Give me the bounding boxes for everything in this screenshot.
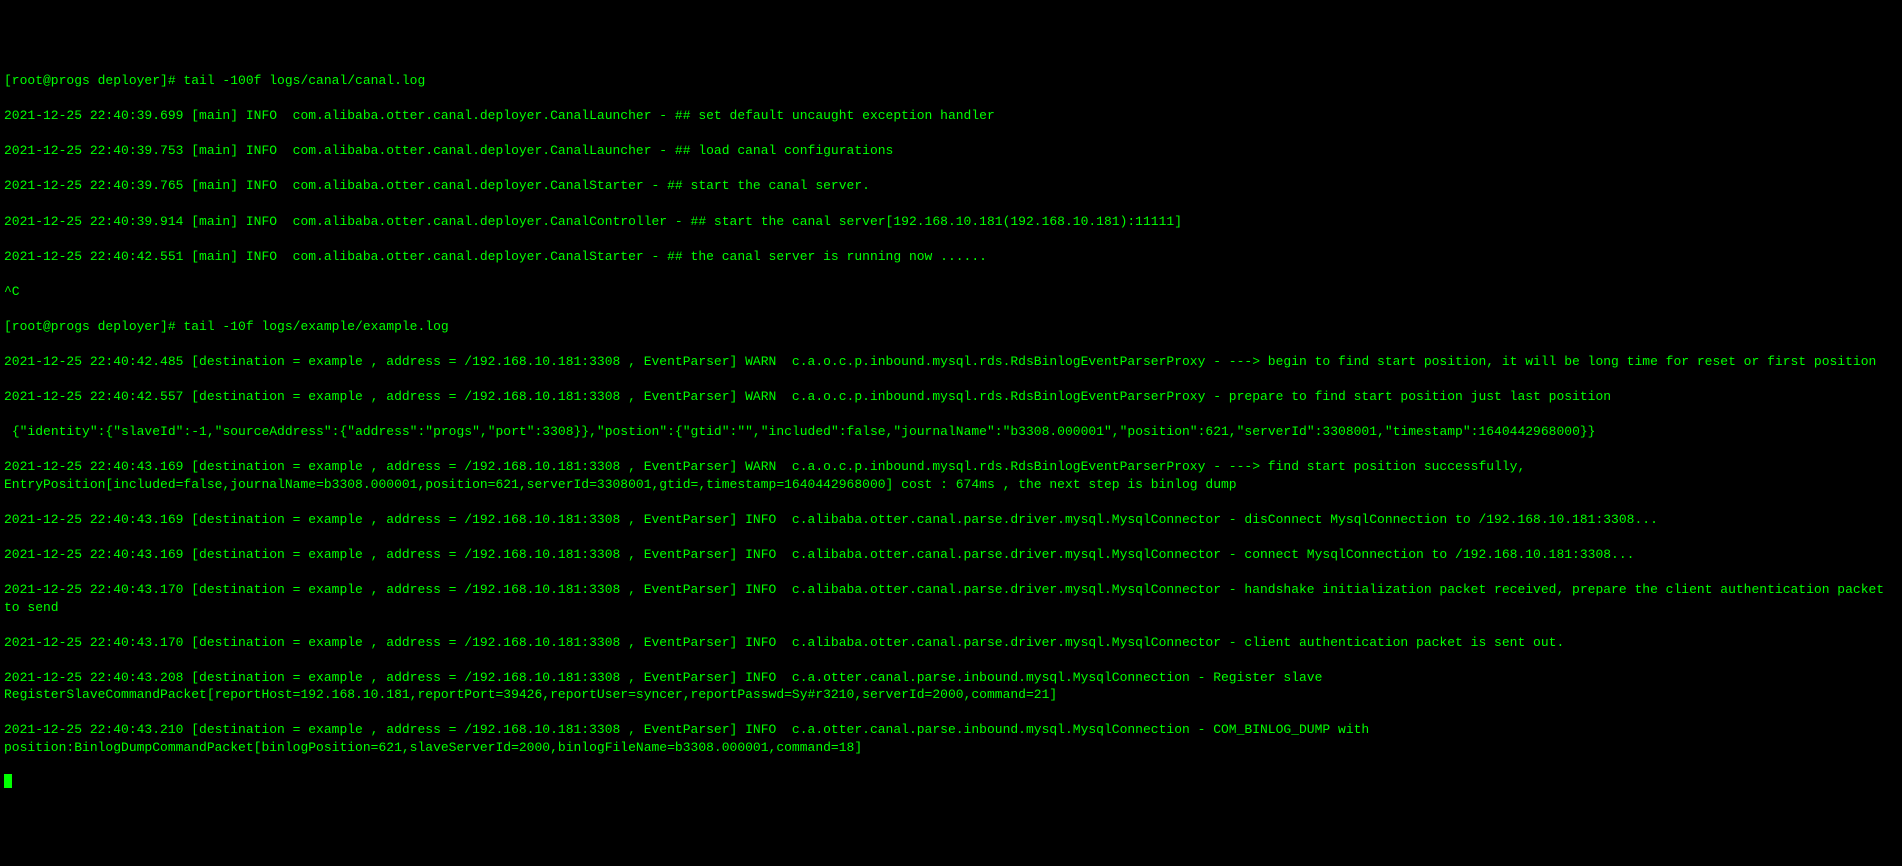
log-line: {"identity":{"slaveId":-1,"sourceAddress… xyxy=(4,423,1898,441)
log-line: 2021-12-25 22:40:43.169 [destination = e… xyxy=(4,511,1898,529)
shell-prompt-1: [root@progs deployer]# tail -100f logs/c… xyxy=(4,72,1898,90)
log-line: 2021-12-25 22:40:43.170 [destination = e… xyxy=(4,581,1898,616)
log-line: 2021-12-25 22:40:39.699 [main] INFO com.… xyxy=(4,107,1898,125)
ctrl-c-interrupt: ^C xyxy=(4,283,1898,301)
log-line: 2021-12-25 22:40:39.914 [main] INFO com.… xyxy=(4,213,1898,231)
log-line: 2021-12-25 22:40:39.765 [main] INFO com.… xyxy=(4,177,1898,195)
log-line: 2021-12-25 22:40:43.170 [destination = e… xyxy=(4,634,1898,652)
log-line: 2021-12-25 22:40:39.753 [main] INFO com.… xyxy=(4,142,1898,160)
log-line: 2021-12-25 22:40:43.169 [destination = e… xyxy=(4,458,1898,493)
log-line: 2021-12-25 22:40:42.485 [destination = e… xyxy=(4,353,1898,371)
log-line: 2021-12-25 22:40:43.208 [destination = e… xyxy=(4,669,1898,704)
terminal-cursor[interactable] xyxy=(4,774,12,788)
shell-prompt-2: [root@progs deployer]# tail -10f logs/ex… xyxy=(4,318,1898,336)
log-line: 2021-12-25 22:40:43.210 [destination = e… xyxy=(4,721,1898,756)
log-line: 2021-12-25 22:40:42.557 [destination = e… xyxy=(4,388,1898,406)
log-line: 2021-12-25 22:40:42.551 [main] INFO com.… xyxy=(4,248,1898,266)
